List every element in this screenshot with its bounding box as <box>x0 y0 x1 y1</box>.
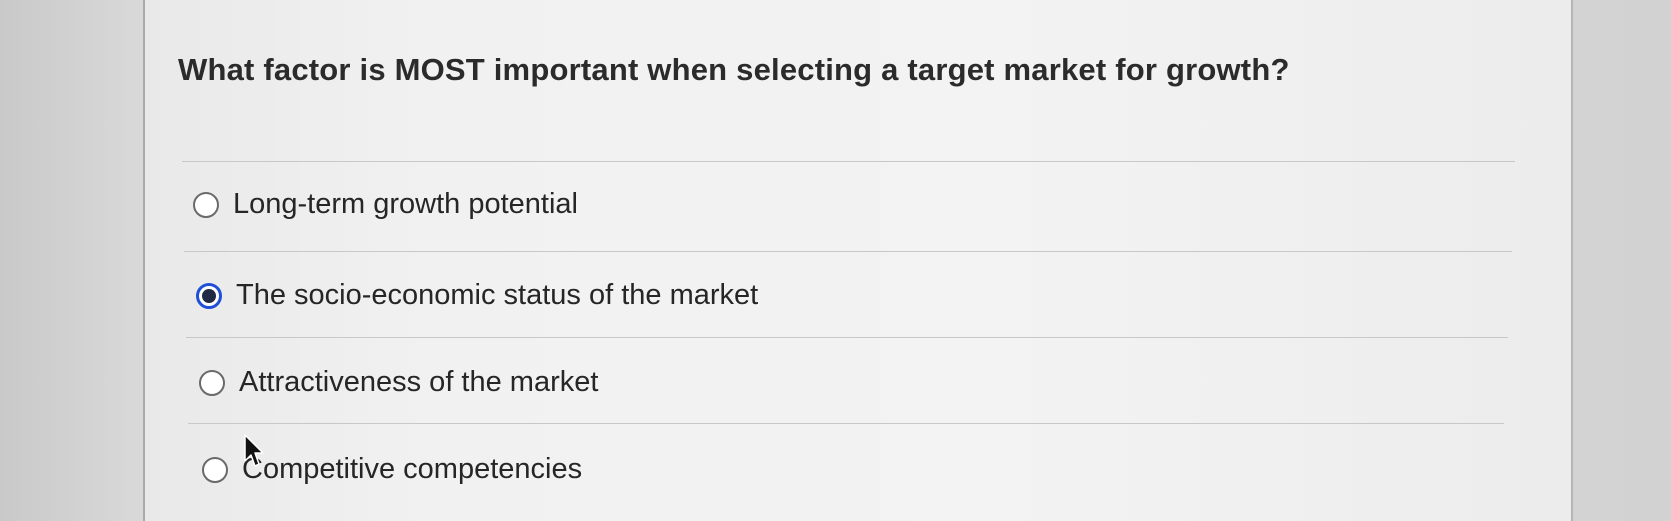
radio-button[interactable] <box>202 456 228 483</box>
answer-label: Attractiveness of the market <box>239 366 599 398</box>
radio-button[interactable] <box>199 369 225 396</box>
answer-label: The socio-economic status of the market <box>236 279 759 311</box>
radio-button-selected[interactable] <box>196 282 222 309</box>
answer-option-attractiveness[interactable]: Attractiveness of the market <box>199 366 598 399</box>
answer-label: Competitive competencies <box>242 453 583 485</box>
answer-option-long-term-growth[interactable]: Long-term growth potential <box>193 188 578 221</box>
answer-label: Long-term growth potential <box>233 188 578 220</box>
radio-button[interactable] <box>193 191 219 218</box>
answer-option-socio-economic-status[interactable]: The socio-economic status of the market <box>196 279 758 312</box>
mouse-pointer-icon <box>244 434 264 467</box>
radio-selected-dot <box>202 288 216 303</box>
screen-background: What factor is MOST important when selec… <box>0 0 1671 521</box>
